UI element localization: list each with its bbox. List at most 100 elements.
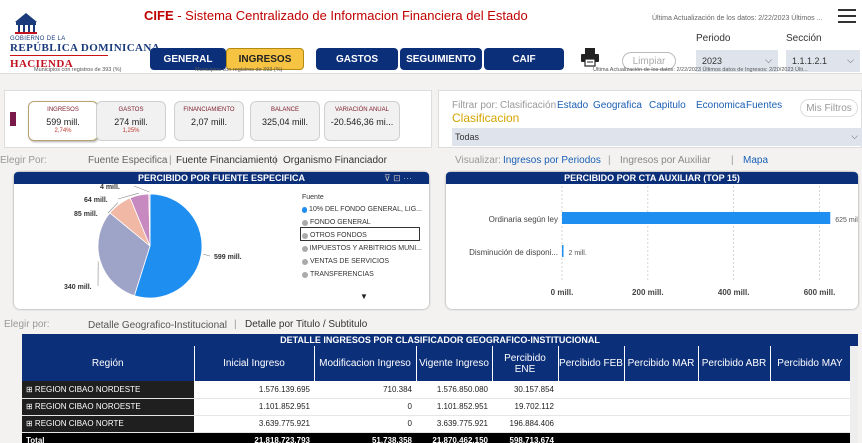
value-cell: 710.384 xyxy=(314,381,416,399)
legend-dot xyxy=(302,232,308,239)
legend-dot xyxy=(302,245,308,252)
nav-gastos-button[interactable]: GASTOS xyxy=(316,48,398,70)
tab-separator: | xyxy=(274,155,277,166)
table-row[interactable]: ⊞ REGION CIBAO NOROESTE 1.101.852.951 0 1.1… xyxy=(22,398,850,416)
value-cell xyxy=(624,381,698,399)
region-cell: ⊞ REGION CIBAO NORTE xyxy=(22,415,194,433)
pie-data-label: 4 mill. xyxy=(100,184,120,191)
value-cell: 19.702.112 xyxy=(492,398,558,416)
kpi-gastos[interactable]: GASTOS 274 mill. 1,25% xyxy=(96,101,166,141)
x-tick-label: 400 mill. xyxy=(718,288,750,297)
legend-dot xyxy=(302,219,308,226)
clasificacion-value: Todas xyxy=(455,132,480,142)
tab-detalle-geografico[interactable]: Detalle Geografico-Institucional xyxy=(88,320,227,331)
value-cell xyxy=(770,415,850,433)
column-header[interactable]: Percibido MAR xyxy=(624,346,699,381)
legend-dot xyxy=(302,271,308,278)
kpi-variacion-anual[interactable]: VARIACIÓN ANUAL -20.546,36 mi... xyxy=(324,101,400,141)
filter-tab-fuentes[interactable]: Fuentes xyxy=(746,100,782,111)
table-total-row: Total 21.818.723.793 51.738.358 21.870.462.… xyxy=(22,432,850,443)
value-cell: 0 xyxy=(314,398,416,416)
table-row[interactable]: ⊞ REGION CIBAO NORDESTE 1.576.139.695 710.… xyxy=(22,381,850,399)
legend-item[interactable]: VENTAS DE SERVICIOS xyxy=(302,255,422,268)
kpi-label: FINANCIAMIENTO xyxy=(183,107,235,113)
value-cell xyxy=(698,415,770,433)
selected-kpi-marker xyxy=(10,112,16,126)
filter-tab-geografica[interactable]: Geografica xyxy=(593,100,642,111)
column-header[interactable]: Percibido ABR xyxy=(698,346,771,381)
pie-data-label: 599 mill. xyxy=(214,254,242,261)
chevron-down-icon: ⌵ xyxy=(847,55,854,65)
clasificacion-dropdown[interactable]: Todas ⌵ xyxy=(452,128,862,146)
table-row[interactable]: ⊞ REGION CIBAO NORTE 3.639.775.921 0 3.639.… xyxy=(22,415,850,433)
mis-filtros-button[interactable]: Mis Filtros xyxy=(800,99,858,117)
seccion-value: 1.1.1.2.1 xyxy=(792,56,828,66)
filter-tab-estado[interactable]: Estado xyxy=(557,100,588,111)
elegir-label-2: Elegir por: xyxy=(4,319,50,330)
tab-ingresos-periodos[interactable]: Ingresos por Periodos xyxy=(503,155,601,166)
column-header[interactable]: Percibido FEB xyxy=(558,346,625,381)
bar[interactable] xyxy=(562,245,564,257)
periodo-label: Periodo xyxy=(696,33,731,44)
value-cell xyxy=(770,398,850,416)
filter-tab-economica[interactable]: Economica xyxy=(696,100,745,111)
filtrar-label: Filtrar por: xyxy=(452,100,498,111)
tab-ingresos-auxiliar[interactable]: Ingresos por Auxiliar xyxy=(620,155,711,166)
kpi-ingresos[interactable]: INGRESOS 599 mill. 2,74% xyxy=(28,101,98,141)
hamburger-menu-icon[interactable] xyxy=(838,9,856,23)
column-header[interactable]: Percibido ENE xyxy=(492,346,559,381)
table-scrollbar[interactable] xyxy=(850,346,858,443)
legend-label: IMPUESTOS Y ARBITRIOS MUNI... xyxy=(309,245,422,252)
municipios-note-left: Municipios con registros de 393 (%) xyxy=(34,67,122,73)
value-cell: 1.101.852.951 xyxy=(416,398,492,416)
tab-mapa[interactable]: Mapa xyxy=(743,155,768,166)
last-update-detail: Última Actualización de los datos: 2/22/… xyxy=(593,67,808,73)
value-cell: 196.884.406 xyxy=(492,415,558,433)
column-header[interactable]: Modificacion Ingreso xyxy=(314,346,417,381)
seccion-label: Sección xyxy=(786,33,822,44)
legend-item[interactable]: TRANSFERENCIAS xyxy=(302,268,422,281)
legend-item[interactable]: FONDO GENERAL xyxy=(302,216,422,229)
legend-item[interactable]: OTROS FONDOS xyxy=(302,229,422,242)
bar[interactable] xyxy=(562,212,831,224)
tab-organismo-financiador[interactable]: Organismo Financiador xyxy=(283,155,387,166)
bar-value-label: 2 mill. xyxy=(569,250,587,257)
legend-label: VENTAS DE SERVICIOS xyxy=(310,258,390,265)
value-cell xyxy=(558,432,624,443)
nav-seguimiento-button[interactable]: SEGUIMIENTO xyxy=(400,48,482,70)
legend-scroll-down-icon[interactable]: ▼ xyxy=(360,292,368,301)
value-cell: 21.870.462.150 xyxy=(416,432,492,443)
municipios-note-mid: Municipios con registros de 393 (%) xyxy=(195,67,283,73)
printer-icon[interactable] xyxy=(580,47,600,67)
value-cell: 0 xyxy=(314,415,416,433)
legend-item[interactable]: 10% DEL FONDO GENERAL, LIG... xyxy=(302,203,422,216)
filter-tab-capitulo[interactable]: Capitulo xyxy=(649,100,686,111)
nav-caif-button[interactable]: CAIF xyxy=(484,48,564,70)
filter-tab-clasificacion[interactable]: Clasificación xyxy=(500,100,556,111)
value-cell: 1.101.852.951 xyxy=(194,398,314,416)
tab-detalle-titulo[interactable]: Detalle por Titulo / Subtitulo xyxy=(245,319,367,330)
kpi-value: 325,04 mill. xyxy=(261,117,309,127)
kpi-value: -20.546,36 mi... xyxy=(330,117,394,127)
kpi-pct: 2,74% xyxy=(54,128,72,134)
pie-data-label: 85 mill. xyxy=(74,211,98,218)
legend-label: FONDO GENERAL xyxy=(310,219,371,226)
tab-fuente-especifica[interactable]: Fuente Especifica xyxy=(88,155,168,166)
x-tick-label: 200 mill. xyxy=(632,288,664,297)
kpi-label: INGRESOS xyxy=(47,107,79,113)
kpi-pct: 1,25% xyxy=(122,128,140,134)
tab-fuente-financiamiento[interactable]: Fuente Financiamiento xyxy=(176,155,278,166)
table-header-row: Región Inicial Ingreso Modificacion Ingres… xyxy=(22,346,851,381)
column-header[interactable]: Inicial Ingreso xyxy=(194,346,315,381)
elegir-label: Elegir Por: xyxy=(0,155,47,166)
kpi-financiamiento[interactable]: FINANCIAMIENTO 2,07 mill. xyxy=(174,101,244,141)
legend-label: OTROS FONDOS xyxy=(310,232,367,239)
column-header[interactable]: Percibido MAY xyxy=(770,346,851,381)
legend-item[interactable]: IMPUESTOS Y ARBITRIOS MUNI... xyxy=(302,242,422,255)
kpi-balance[interactable]: BALANCE 325,04 mill. xyxy=(250,101,320,141)
value-cell: 598.713.674 xyxy=(492,432,558,443)
column-header[interactable]: Región xyxy=(22,346,195,381)
kpi-label: VARIACIÓN ANUAL xyxy=(335,107,389,113)
legend-label: TRANSFERENCIAS xyxy=(310,271,374,278)
column-header[interactable]: Vigente Ingreso xyxy=(416,346,493,381)
